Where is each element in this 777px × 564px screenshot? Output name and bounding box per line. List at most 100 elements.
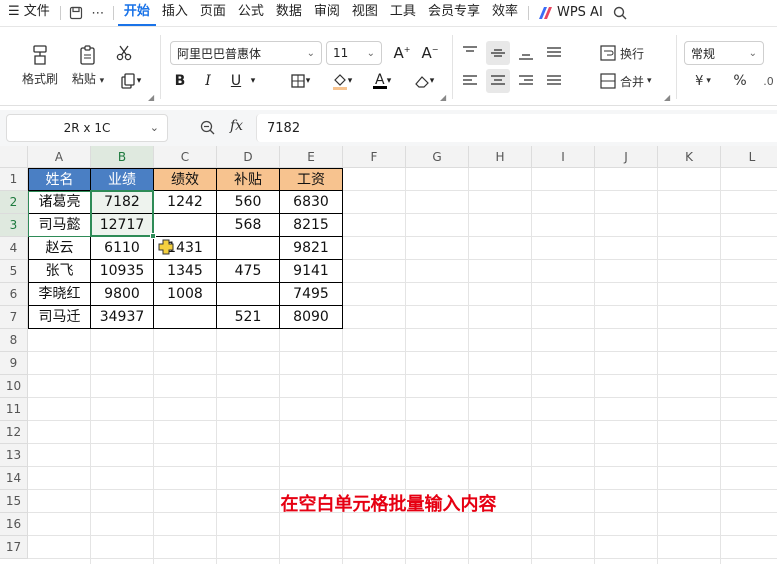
merge-button[interactable]: 合并 ▾	[600, 69, 652, 93]
row-header-10[interactable]: 10	[0, 375, 28, 398]
tab-efficiency[interactable]: 效率	[486, 0, 524, 26]
row-header-14[interactable]: 14	[0, 467, 28, 490]
underline-dropdown[interactable]: ▾	[246, 69, 260, 93]
table-cell[interactable]	[154, 306, 217, 329]
table-cell[interactable]	[217, 237, 280, 260]
formula-input[interactable]: 7182	[256, 114, 777, 142]
table-cell[interactable]: 521	[217, 306, 280, 329]
column-header-f[interactable]: F	[343, 146, 406, 168]
bold-button[interactable]: B	[168, 69, 192, 93]
table-cell[interactable]: 赵云	[28, 237, 91, 260]
file-menu[interactable]: ☰ 文件	[0, 0, 56, 26]
table-cell[interactable]: 8090	[280, 306, 343, 329]
tab-data[interactable]: 数据	[270, 0, 308, 26]
align-center-button[interactable]	[486, 69, 510, 93]
column-header-i[interactable]: I	[532, 146, 595, 168]
column-header-c[interactable]: C	[154, 146, 217, 168]
table-cell[interactable]: 1242	[154, 191, 217, 214]
row-header-3[interactable]: 3	[0, 214, 28, 237]
decrease-font-button[interactable]: A−	[418, 41, 442, 65]
table-header-cell[interactable]: 姓名	[28, 168, 91, 191]
tab-insert[interactable]: 插入	[156, 0, 194, 26]
table-cell[interactable]: 9141	[280, 260, 343, 283]
table-cell[interactable]: 诸葛亮	[28, 191, 91, 214]
table-cell[interactable]: 568	[217, 214, 280, 237]
table-cell[interactable]: 34937	[91, 306, 154, 329]
table-header-cell[interactable]: 补贴	[217, 168, 280, 191]
table-cell[interactable]: 1345	[154, 260, 217, 283]
row-header-12[interactable]: 12	[0, 421, 28, 444]
align-left-button[interactable]	[458, 69, 482, 93]
font-name-select[interactable]: 阿里巴巴普惠体 ⌄	[170, 41, 322, 65]
table-cell[interactable]: 1008	[154, 283, 217, 306]
column-header-g[interactable]: G	[406, 146, 469, 168]
cut-button[interactable]	[112, 41, 136, 65]
font-size-select[interactable]: 11 ⌄	[326, 41, 382, 65]
align-right-button[interactable]	[514, 69, 538, 93]
decimal-button[interactable]: .0	[760, 69, 777, 93]
tab-page[interactable]: 页面	[194, 0, 232, 26]
percent-button[interactable]: %	[728, 69, 752, 93]
row-header-8[interactable]: 8	[0, 329, 28, 352]
table-cell[interactable]: 司马懿	[28, 214, 91, 237]
table-cell[interactable]: 7182	[91, 191, 154, 214]
align-top-button[interactable]	[458, 41, 482, 65]
tab-view[interactable]: 视图	[346, 0, 384, 26]
copy-button[interactable]: ▾	[112, 69, 148, 93]
more-icon[interactable]: ⋯	[87, 0, 109, 26]
launcher-icon[interactable]: ◢	[148, 93, 154, 102]
table-cell[interactable]: 560	[217, 191, 280, 214]
row-header-11[interactable]: 11	[0, 398, 28, 421]
row-header-17[interactable]: 17	[0, 536, 28, 559]
row-header-2[interactable]: 2	[0, 191, 28, 214]
table-cell[interactable]	[217, 283, 280, 306]
table-cell[interactable]: 9821	[280, 237, 343, 260]
table-cell[interactable]	[154, 214, 217, 237]
tab-review[interactable]: 审阅	[308, 0, 346, 26]
tab-tools[interactable]: 工具	[384, 0, 422, 26]
wrap-text-button[interactable]: 换行	[600, 41, 644, 65]
wps-ai-button[interactable]: WPS AI	[533, 0, 609, 26]
row-header-7[interactable]: 7	[0, 306, 28, 329]
row-header-4[interactable]: 4	[0, 237, 28, 260]
table-cell[interactable]: 6830	[280, 191, 343, 214]
select-all-corner[interactable]	[0, 146, 28, 168]
column-header-d[interactable]: D	[217, 146, 280, 168]
fx-icon[interactable]: fx	[230, 118, 243, 134]
column-header-k[interactable]: K	[658, 146, 721, 168]
table-cell[interactable]: 9800	[91, 283, 154, 306]
column-header-h[interactable]: H	[469, 146, 532, 168]
currency-button[interactable]: ¥ ▾	[686, 69, 720, 93]
clear-button[interactable]: ▾	[406, 69, 442, 93]
column-header-j[interactable]: J	[595, 146, 658, 168]
table-header-cell[interactable]: 工资	[280, 168, 343, 191]
column-header-e[interactable]: E	[280, 146, 343, 168]
table-cell[interactable]: 12717	[91, 214, 154, 237]
row-header-13[interactable]: 13	[0, 444, 28, 467]
italic-button[interactable]: I	[196, 69, 220, 93]
table-header-cell[interactable]: 绩效	[154, 168, 217, 191]
increase-font-button[interactable]: A+	[390, 41, 414, 65]
table-cell[interactable]: 8215	[280, 214, 343, 237]
row-header-16[interactable]: 16	[0, 513, 28, 536]
column-header-l[interactable]: L	[721, 146, 777, 168]
paste-button[interactable]: 粘贴 ▾	[66, 39, 110, 91]
zoom-icon[interactable]	[200, 120, 215, 139]
justify-button[interactable]	[542, 41, 566, 65]
table-cell[interactable]: 7495	[280, 283, 343, 306]
tab-formula[interactable]: 公式	[232, 0, 270, 26]
font-color-button[interactable]: A ▾	[364, 69, 400, 93]
distribute-button[interactable]	[542, 69, 566, 93]
table-cell[interactable]: 6110	[91, 237, 154, 260]
fill-handle[interactable]	[150, 233, 156, 239]
border-button[interactable]: ▾	[282, 69, 318, 93]
table-cell[interactable]: 张飞	[28, 260, 91, 283]
tab-member[interactable]: 会员专享	[422, 0, 486, 26]
table-cell[interactable]: 李晓红	[28, 283, 91, 306]
table-cell[interactable]: 司马迁	[28, 306, 91, 329]
align-middle-button[interactable]	[486, 41, 510, 65]
fill-color-button[interactable]: ▾	[324, 69, 360, 93]
table-cell[interactable]: 10935	[91, 260, 154, 283]
row-header-5[interactable]: 5	[0, 260, 28, 283]
name-box[interactable]: 2R x 1C ⌄	[6, 114, 168, 142]
